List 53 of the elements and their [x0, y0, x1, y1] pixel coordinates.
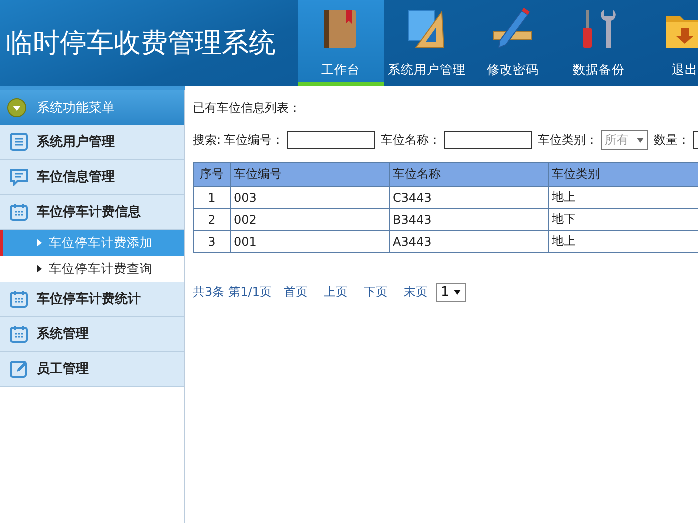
pager-link[interactable]: 下页 [364, 284, 388, 301]
nav-button[interactable]: 修改密码 [470, 0, 556, 86]
page-info: 第1/1页 [228, 284, 272, 301]
calendar-icon [10, 325, 28, 343]
sidebar-item[interactable]: 系统管理 [0, 317, 184, 352]
column-header: 车位名称 [390, 162, 548, 186]
search-label: 搜索: [193, 132, 222, 148]
nav-button[interactable]: 工作台 [298, 0, 384, 86]
input-field[interactable] [287, 131, 376, 149]
nav-button[interactable]: 数据备份 [556, 0, 642, 86]
edit-icon [10, 360, 28, 378]
sidebar-item[interactable]: 车位停车计费统计 [0, 282, 184, 317]
input-field[interactable] [444, 131, 532, 149]
caret-down-icon [7, 98, 27, 118]
speech-bubble-icon [10, 168, 28, 186]
caret-down-icon [454, 290, 462, 295]
field-label: 车位名称： [381, 132, 442, 148]
table-cell: 002 [230, 208, 390, 230]
list-icon [10, 133, 28, 151]
column-header: 序号 [194, 162, 230, 186]
pager-link[interactable]: 末页 [404, 284, 428, 301]
nav-button[interactable]: 系统用户管理 [384, 0, 470, 86]
sidebar-item[interactable]: 系统用户管理 [0, 125, 184, 160]
nav-button[interactable]: 退出 [642, 0, 698, 86]
list-title: 已有车位信息列表： [193, 100, 302, 117]
sidebar-item[interactable]: 车位信息管理 [0, 160, 184, 195]
pencil-and-ruler-icon [492, 8, 534, 50]
triangle-icon [37, 265, 42, 273]
table-cell: C3443 [390, 186, 548, 208]
calendar-icon [10, 290, 28, 308]
field-label: 车位编号： [224, 132, 284, 148]
table-cell: 2 [194, 208, 230, 230]
table-cell: B3443 [390, 208, 548, 230]
field-label: 车位类别： [538, 132, 598, 148]
app-title: 临时停车收费管理系统 [5, 27, 277, 60]
sidebar-item[interactable]: 员工管理 [0, 352, 184, 387]
caret-down-icon [637, 138, 644, 142]
pager-link[interactable]: 首页 [284, 284, 308, 301]
table-cell: 003 [230, 186, 390, 208]
table-cell: 3 [194, 230, 230, 252]
table-cell: 001 [230, 230, 390, 252]
table-cell: 1 [194, 186, 230, 208]
sidebar-title: 系统功能菜单 [37, 100, 115, 116]
field-label: 数量： [654, 132, 690, 148]
calendar-icon [10, 203, 28, 221]
column-header: 车位编号 [230, 162, 390, 186]
sidebar-item[interactable]: 车位停车计费信息 [0, 195, 184, 230]
page-select[interactable]: 1 [436, 283, 466, 302]
record-count: 共3条 [193, 284, 225, 301]
column-header: 车位类别 [548, 162, 698, 186]
table-cell: A3443 [390, 230, 548, 252]
triangle-icon [37, 239, 42, 247]
pager-link[interactable]: 上页 [324, 284, 348, 301]
